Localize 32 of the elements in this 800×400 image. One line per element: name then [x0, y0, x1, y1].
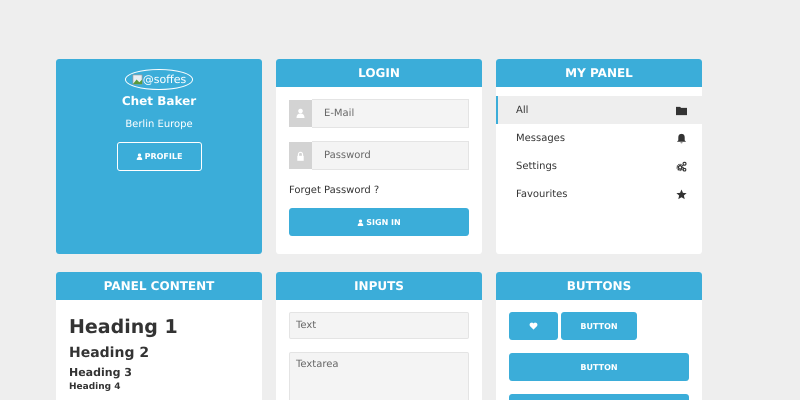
menu-item[interactable]: All	[496, 96, 702, 124]
lock-icon	[289, 141, 312, 170]
input-field[interactable]: Password	[312, 141, 469, 170]
gears-icon	[676, 160, 687, 172]
avatar-image: @soffes	[124, 69, 194, 90]
bell-icon	[676, 132, 687, 144]
heading: Heading 4	[69, 382, 122, 392]
profile-name: Chet Baker	[122, 94, 196, 108]
heading: Heading 2	[69, 345, 150, 361]
folder-icon	[676, 104, 687, 116]
menu-item[interactable]: Messages	[496, 124, 702, 152]
textarea[interactable]: Textarea	[289, 352, 469, 400]
forgot-password-link[interactable]: Forget Password ?	[289, 185, 469, 196]
user-icon	[289, 99, 312, 128]
heart-button[interactable]	[509, 312, 558, 340]
heading: Heading 1	[69, 316, 179, 338]
panel-header: MY PANEL	[496, 59, 702, 87]
broken-image-icon	[132, 74, 143, 85]
text-input[interactable]: Text	[289, 312, 469, 339]
panel-header: PANEL CONTENT	[56, 272, 262, 300]
input-field[interactable]: E-Mail	[312, 99, 469, 128]
panel-header: LOGIN	[276, 59, 482, 87]
menu-item[interactable]: Favourites	[496, 180, 702, 208]
heading: Heading 3	[69, 366, 133, 379]
user-icon	[136, 153, 143, 160]
user-icon	[357, 218, 364, 226]
heart-icon	[529, 322, 538, 330]
panel-header: BUTTONS	[496, 272, 702, 300]
menu-item[interactable]: Settings	[496, 152, 702, 180]
profile-location: Berlin Europe	[125, 119, 193, 130]
star-icon	[676, 188, 687, 200]
panel-header: INPUTS	[276, 272, 482, 300]
